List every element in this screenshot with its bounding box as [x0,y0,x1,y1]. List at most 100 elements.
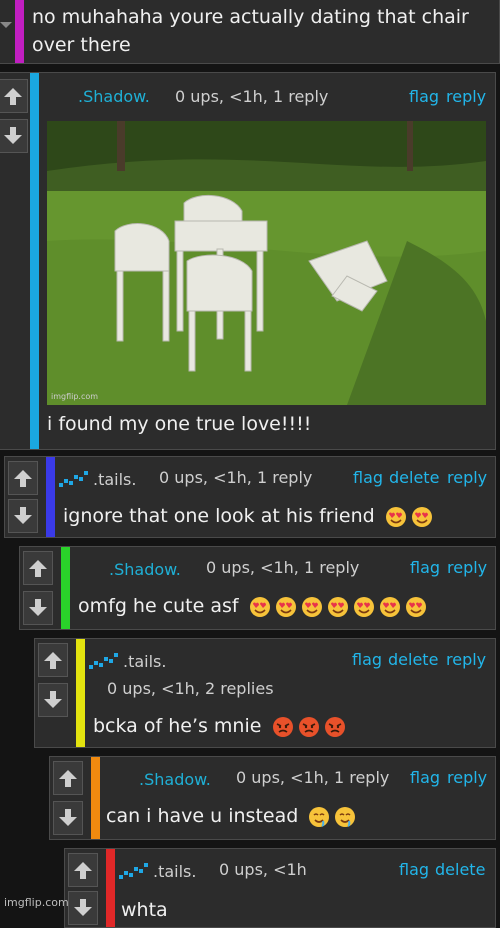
heart-emoji-icon [405,596,426,617]
upvote-button[interactable] [23,551,53,585]
drool-emoji-icon [309,806,330,827]
comment-accent-bar [91,757,100,839]
comment-image: imgflip.com [47,121,486,405]
image-watermark: imgflip.com [51,392,98,401]
comment-5: .Shadow. 0 ups, <1h, 1 reply flag reply … [49,756,496,840]
comment-meta: 0 ups, <1h [219,860,307,879]
comment-3: .Shadow. 0 ups, <1h, 1 reply flag reply … [19,546,496,630]
comment-accent-bar [76,639,85,747]
downvote-button[interactable] [23,591,53,625]
arrow-up-icon [59,770,77,787]
comment-accent-bar [15,0,24,63]
flag-link[interactable]: flag [353,468,383,487]
reply-link[interactable]: reply [446,650,486,669]
delete-link[interactable]: delete [435,860,485,879]
arrow-down-icon [4,127,22,144]
flag-link[interactable]: flag [409,87,439,106]
downvote-button[interactable] [38,683,68,717]
comment-body-row: bcka of he’s mnie [93,715,346,738]
arrow-down-icon [14,507,32,524]
comment-body: bcka of he’s mnie [93,715,262,737]
comment-username[interactable]: .tails. [153,862,196,881]
reply-link[interactable]: reply [447,558,487,577]
drool-emoji-icon [335,806,356,827]
arrow-down-icon [59,809,77,826]
arrow-up-icon [74,862,92,879]
heart-emoji-icon [385,506,406,527]
comment-username[interactable]: .Shadow. [109,560,181,579]
upvote-button[interactable] [53,761,83,795]
comment-accent-bar [46,457,55,537]
flag-link[interactable]: flag [410,558,440,577]
comment-meta: 0 ups, <1h, 1 reply [236,768,390,787]
comment-0: no muhahaha youre actually dating that c… [0,0,500,64]
comment-accent-bar [106,849,115,927]
heart-emoji-icon [301,596,322,617]
user-badge-icon [89,653,118,669]
emoji-row [385,506,433,528]
flag-link[interactable]: flag [410,768,440,787]
arrow-up-icon [4,88,22,105]
arrow-down-icon [29,599,47,616]
angry-emoji-icon [298,716,319,737]
reply-link[interactable]: reply [446,87,486,106]
comment-username[interactable]: .tails. [123,652,166,671]
upvote-button[interactable] [8,461,38,495]
arrow-up-icon [14,470,32,487]
arrow-up-icon [29,560,47,577]
comment-body-row: can i have u instead [106,805,356,828]
upvote-button[interactable] [68,853,98,887]
reply-link[interactable]: reply [447,468,487,487]
comment-body-row: omfg he cute asf [78,595,427,618]
emoji-row [308,806,356,828]
downvote-button[interactable] [53,801,83,835]
user-badge-icon [59,471,88,487]
comment-username[interactable]: .Shadow. [139,770,211,789]
comment-username[interactable]: .Shadow. [78,87,150,106]
reply-link[interactable]: reply [447,768,487,787]
expand-arrow-icon[interactable] [0,15,12,28]
emoji-row [249,596,427,618]
flag-link[interactable]: flag [352,650,382,669]
angry-emoji-icon [272,716,293,737]
heart-emoji-icon [249,596,270,617]
downvote-button[interactable] [8,499,38,533]
heart-emoji-icon [275,596,296,617]
heart-emoji-icon [379,596,400,617]
comment-1: .Shadow. 0 ups, <1h, 1 reply flag reply [0,72,496,450]
imgflip-watermark: imgflip.com [4,896,69,909]
comment-body: ignore that one look at his friend [63,505,375,527]
comment-body-row: ignore that one look at his friend [63,505,433,528]
delete-link[interactable]: delete [389,468,439,487]
comment-6: .tails. 0 ups, <1h flag delete whta [64,848,496,928]
upvote-button[interactable] [0,79,28,113]
heart-emoji-icon [327,596,348,617]
comment-meta: 0 ups, <1h, 1 reply [175,87,329,106]
delete-link[interactable]: delete [388,650,438,669]
comment-4: .tails. flag delete reply 0 ups, <1h, 2 … [34,638,496,748]
comment-body: omfg he cute asf [78,595,239,617]
lawn-chairs-photo: imgflip.com [47,121,486,405]
user-badge-icon [119,863,148,879]
comment-meta: 0 ups, <1h, 1 reply [159,468,313,487]
comment-meta: 0 ups, <1h, 1 reply [206,558,360,577]
comment-accent-bar [61,547,70,629]
flag-link[interactable]: flag [399,860,429,879]
comment-body: can i have u instead [106,805,299,827]
downvote-button[interactable] [0,119,28,153]
angry-emoji-icon [324,716,345,737]
arrow-down-icon [74,899,92,916]
arrow-up-icon [44,652,62,669]
heart-emoji-icon [353,596,374,617]
comment-accent-bar [30,73,39,449]
comment-meta: 0 ups, <1h, 2 replies [107,679,274,698]
comment-body: no muhahaha youre actually dating that c… [32,6,469,56]
downvote-button[interactable] [68,891,98,925]
arrow-down-icon [44,691,62,708]
heart-emoji-icon [411,506,432,527]
comment-username[interactable]: .tails. [93,470,136,489]
upvote-button[interactable] [38,643,68,677]
comment-2: .tails. 0 ups, <1h, 1 reply flag delete … [4,456,496,538]
emoji-row [272,716,346,738]
comment-body: i found my one true love!!!! [47,413,312,435]
